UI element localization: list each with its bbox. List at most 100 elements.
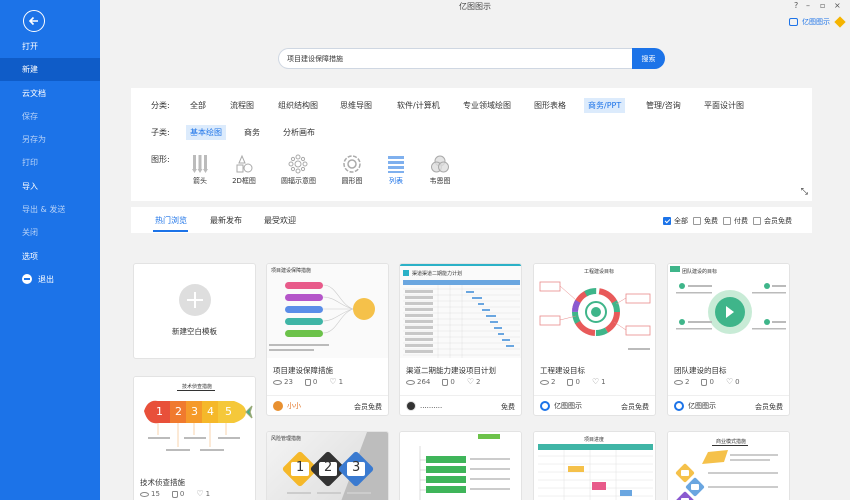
author[interactable]: 亿图图示	[674, 401, 716, 411]
thumbs-up-icon	[701, 378, 708, 386]
thumb-number: 3	[191, 405, 198, 418]
search-input[interactable]	[278, 48, 632, 69]
tab-popular[interactable]: 最受欢迎	[264, 215, 296, 226]
sidebar-item-export[interactable]: 导出 & 发送	[0, 198, 100, 221]
help-button[interactable]: ?	[794, 0, 798, 12]
sidebar-item-exit[interactable]: 退出	[0, 268, 100, 291]
subtype-business[interactable]: 商务	[240, 125, 264, 140]
template-title: 工程建设目标	[540, 366, 585, 375]
category-management[interactable]: 管理/咨询	[642, 98, 685, 113]
tab-latest[interactable]: 最新发布	[210, 215, 242, 226]
template-card[interactable]: 风险管理措施 1 2 3	[266, 431, 389, 500]
account-area: 亿图图示	[789, 16, 846, 28]
template-card[interactable]: 渠道渠道二期能力计划 渠道二期能力建设项目计划 264 0 ♡ 2 .......…	[399, 263, 522, 416]
heart-icon: ♡	[725, 377, 734, 386]
sidebar-item-close[interactable]: 关闭	[0, 221, 100, 244]
filter-all-checkbox[interactable]: 全部	[663, 216, 688, 226]
subtype-analysis-canvas[interactable]: 分析画布	[279, 125, 319, 140]
sidebar-item-print[interactable]: 打印	[0, 151, 100, 174]
heart-icon: ♡	[591, 377, 600, 386]
radial-icon	[288, 154, 308, 174]
template-thumbnail: 商业模式措施	[668, 432, 789, 500]
author[interactable]: ..........	[406, 401, 442, 411]
eye-icon	[273, 379, 282, 385]
template-thumbnail: 团队建设的目标	[668, 264, 789, 358]
account-name[interactable]: 亿图图示	[802, 17, 830, 27]
sidebar: 打开 新建 云文档 保存 另存为 打印 导入 导出 & 发送 关闭 选项 退出	[0, 0, 100, 500]
category-org-chart[interactable]: 组织结构图	[274, 98, 322, 113]
template-card[interactable]: 团队建设的目标 团队建设的目标 2 0 ♡ 0 亿图图示 会员免费	[667, 263, 790, 416]
avatar	[406, 401, 416, 411]
heart-icon: ♡	[196, 489, 204, 498]
sidebar-item-open[interactable]: 打开	[0, 35, 100, 58]
thumb-title-underline	[177, 390, 215, 391]
category-business-ppt[interactable]: 商务/PPT	[584, 98, 626, 113]
heart-icon: ♡	[329, 377, 337, 386]
sidebar-item-options[interactable]: 选项	[0, 245, 100, 268]
template-preview-graphic	[403, 270, 520, 358]
search-button[interactable]: 搜索	[632, 48, 665, 69]
venn-icon	[431, 155, 449, 173]
template-thumbnail: 风险管理措施 1 2 3	[267, 432, 388, 500]
category-mind-map[interactable]: 思维导图	[336, 98, 376, 113]
restore-button[interactable]: ▫	[820, 0, 825, 12]
heart-icon: ♡	[466, 377, 475, 386]
shape-radial[interactable]: 圆辐示意图	[281, 152, 316, 186]
shape-circle[interactable]: 圆形图	[335, 152, 369, 186]
author[interactable]: 小小	[273, 401, 301, 411]
template-preview-graphic	[539, 281, 651, 350]
template-card[interactable]: 技术侦查措施 1 2 3 4 5 技术侦查措施 15 0 ♡ 1	[133, 376, 256, 500]
subtype-basic[interactable]: 基本绘图	[186, 125, 226, 140]
category-graphic-table[interactable]: 图形表格	[530, 98, 570, 113]
shape-arrow[interactable]: 箭头	[183, 152, 217, 186]
filter-paid-checkbox[interactable]: 付费	[723, 216, 748, 226]
template-card[interactable]: 项目建设保障措施 项目建设保障措施 23 0 ♡ 1 小小 会员免费	[266, 263, 389, 416]
shape-list[interactable]: 列表	[379, 152, 413, 186]
plus-icon	[179, 284, 211, 316]
close-button[interactable]: ×	[834, 0, 841, 12]
thumbs-up-icon	[171, 490, 178, 498]
search-bar: 搜索	[278, 48, 665, 69]
author[interactable]: 亿图图示	[540, 401, 582, 411]
shape-venn[interactable]: 韦恩图	[423, 152, 457, 186]
sidebar-item-import[interactable]: 导入	[0, 175, 100, 198]
sidebar-item-cloud[interactable]: 云文档	[0, 82, 100, 105]
eye-icon	[540, 379, 549, 385]
template-card[interactable]: 项目进度	[533, 431, 656, 500]
block-2d-icon	[236, 154, 253, 173]
shape-label: 图形:	[151, 155, 170, 164]
back-button[interactable]	[23, 10, 45, 32]
category-software[interactable]: 软件/计算机	[393, 98, 444, 113]
list-icon	[388, 156, 404, 173]
category-professional[interactable]: 专业领域绘图	[459, 98, 515, 113]
circle-chart-icon	[343, 155, 361, 173]
sidebar-item-save-as[interactable]: 另存为	[0, 128, 100, 151]
category-flowchart[interactable]: 流程图	[226, 98, 258, 113]
window-title: 亿图图示	[459, 2, 491, 11]
message-icon[interactable]	[789, 18, 798, 26]
thumb-number: 2	[324, 460, 333, 475]
category-graphic-design[interactable]: 平面设计图	[700, 98, 748, 113]
template-preview-graphic	[670, 266, 786, 334]
price-badge: 会员免费	[354, 403, 382, 411]
arrow-left-icon	[28, 16, 38, 26]
shape-2d-block[interactable]: 2D框图	[227, 152, 261, 186]
category-all[interactable]: 全部	[186, 98, 210, 113]
sort-bar: 热门浏览 最新发布 最受欢迎 全部 免费 付费 会员免费	[131, 207, 812, 233]
thumb-number: 1	[296, 460, 305, 475]
sidebar-item-save[interactable]: 保存	[0, 105, 100, 128]
expand-icon[interactable]: ⤡	[801, 187, 808, 197]
filter-member-free-checkbox[interactable]: 会员免费	[753, 216, 792, 226]
template-card[interactable]	[399, 431, 522, 500]
minimize-button[interactable]: –	[806, 0, 810, 12]
new-blank-template-card[interactable]: 新建空白模板	[133, 263, 256, 359]
template-card[interactable]: 工程建设目标 工程建设目标 2 0 ♡ 1 亿图图示 会员免费	[533, 263, 656, 416]
filter-free-checkbox[interactable]: 免费	[693, 216, 718, 226]
template-card[interactable]: 商业模式措施	[667, 431, 790, 500]
tab-hot[interactable]: 热门浏览	[155, 215, 187, 226]
sidebar-item-new[interactable]: 新建	[0, 58, 100, 81]
template-thumbnail	[400, 432, 521, 500]
price-badge: 会员免费	[755, 403, 783, 411]
checkbox-checked-icon	[663, 217, 671, 225]
price-badge: 免费	[501, 403, 515, 411]
